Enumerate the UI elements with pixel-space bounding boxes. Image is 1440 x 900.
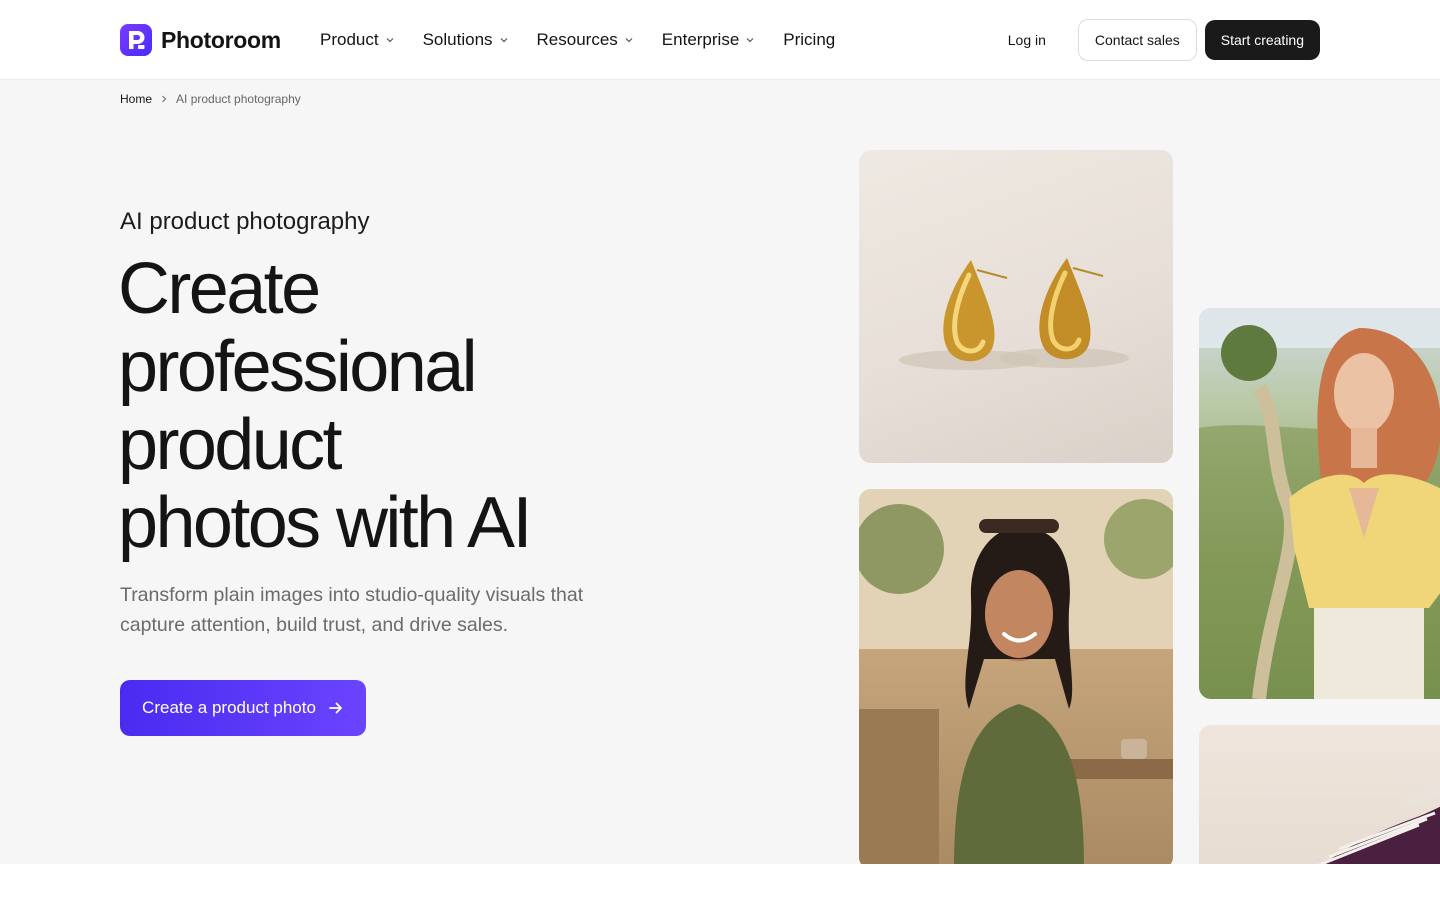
nav-item-pricing[interactable]: Pricing [783,30,835,50]
cta-label: Create a product photo [142,698,316,717]
title-line: photos with AI [118,483,532,563]
gold-earrings-photo [859,150,1173,463]
nav-item-label: Pricing [783,30,836,49]
nav-item-label: Product [320,30,379,49]
nav-item-label: Resources [536,30,618,49]
site-header: Photoroom Product Solutions Resources En… [0,0,1440,80]
breadcrumb-current: AI product photography [176,92,301,106]
contact-sales-button[interactable]: Contact sales [1077,19,1197,61]
title-line: professional [118,327,478,407]
header-actions: Log in Contact sales Start creating [984,19,1320,61]
chevron-down-icon [500,38,507,43]
model-yellow-top-photo [1199,308,1440,699]
nav-item-enterprise[interactable]: Enterprise [662,30,755,50]
start-creating-button[interactable]: Start creating [1204,20,1320,60]
page-title: Create professional product photos with … [118,250,678,562]
nav-item-product[interactable]: Product [320,30,395,50]
create-product-photo-button[interactable]: Create a product photo [120,680,366,736]
purple-sneaker-photo [1199,725,1440,864]
breadcrumb-home-link[interactable]: Home [120,92,152,106]
photoroom-logo-icon [120,24,152,56]
chevron-down-icon [625,38,633,43]
arrow-right-icon [329,702,342,714]
hero-eyebrow: AI product photography [120,208,370,235]
breadcrumb: Home AI product photography [120,92,301,106]
chevron-down-icon [386,38,394,43]
smiling-woman-cafe-photo [859,489,1173,864]
chevron-right-icon [162,95,167,103]
logo-link[interactable]: Photoroom [120,24,281,56]
title-line: product [118,405,343,485]
nav-item-solutions[interactable]: Solutions [423,30,509,50]
chevron-down-icon [746,38,754,43]
main-nav: Product Solutions Resources Enterprise P… [320,28,835,52]
hero-subtitle: Transform plain images into studio-quali… [120,584,584,636]
title-line: Create [118,249,321,329]
nav-item-resources[interactable]: Resources [537,30,634,50]
nav-item-label: Solutions [422,30,493,49]
login-button[interactable]: Log in [984,19,1070,61]
brand-name: Photoroom [161,26,281,53]
hero-section: Home AI product photography AI product p… [0,80,1440,864]
nav-item-label: Enterprise [661,30,740,49]
